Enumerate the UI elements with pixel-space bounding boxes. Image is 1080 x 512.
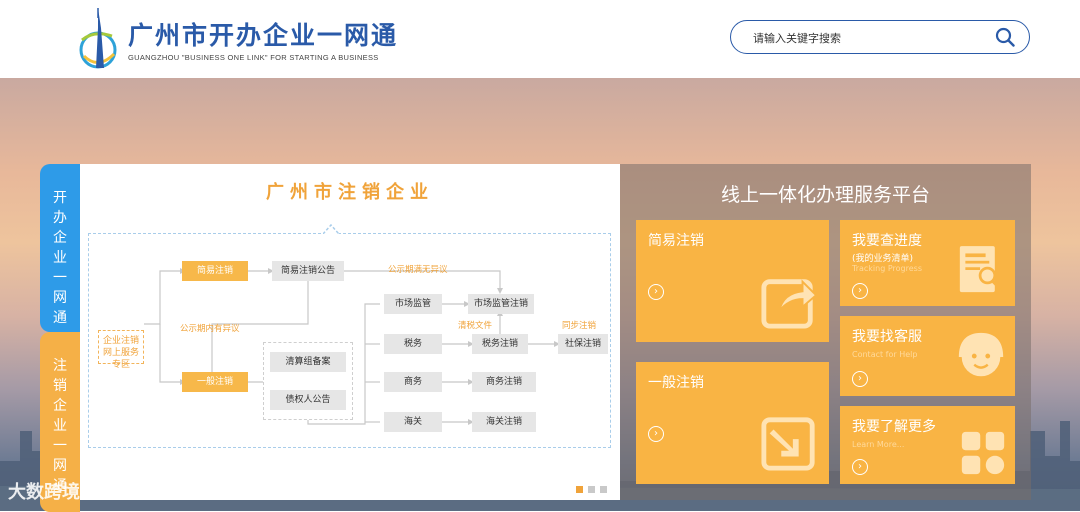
flow-box-simple: 简易注销 <box>182 261 248 281</box>
flow-box-general: 一般注销 <box>182 372 248 392</box>
tile-progress-arrow-icon: › <box>852 283 868 299</box>
logo-title: 广州市开办企业一网通 <box>128 21 399 50</box>
tile-progress-label: 我要查进度 <box>852 233 922 249</box>
tile-progress-sub: (我的业务清单) <box>852 254 914 264</box>
tab-open-business[interactable]: 开办企业一网通 <box>40 164 80 332</box>
flow-box-tax: 税务 <box>384 334 442 354</box>
flow-box-tax-cancel: 税务注销 <box>472 334 528 354</box>
tab-close-business-label: 注销企业一网通 <box>53 358 67 494</box>
tile-more-label: 我要了解更多 <box>852 419 936 435</box>
flow-connectors <box>144 268 560 425</box>
tile-check-progress[interactable]: 我要查进度 (我的业务清单) Tracking Progress › <box>840 220 1015 306</box>
flow-box-market-cancel: 市场监管注销 <box>468 294 534 314</box>
flow-box-commerce: 商务 <box>384 372 442 392</box>
flow-label-clearance: 清税文件 <box>458 321 493 331</box>
tile-more-arrow-icon: › <box>852 459 868 475</box>
service-platform-panel: 线上一体化办理服务平台 简易注销 › 一般注销 › 我要查进度 (我的业务清单)… <box>620 164 1031 500</box>
flow-box-liquidation: 清算组备案 <box>270 352 346 372</box>
flow-box-commerce-cancel: 商务注销 <box>472 372 536 392</box>
flow-box-simple-notice: 简易注销公告 <box>272 261 344 281</box>
tile-simple-deregistration[interactable]: 简易注销 › <box>636 220 829 342</box>
carousel-dot-3[interactable] <box>600 486 607 493</box>
flow-box-market: 市场监管 <box>384 294 442 314</box>
tile-learn-more[interactable]: 我要了解更多 Learn More... › <box>840 406 1015 484</box>
service-platform-title: 线上一体化办理服务平台 <box>720 184 930 206</box>
search-input[interactable] <box>751 27 985 49</box>
tile-general-arrow-icon: › <box>648 426 664 442</box>
tile-support-en: Contact for Help <box>852 350 918 359</box>
download-arrow-icon <box>761 417 815 471</box>
tile-simple-label: 简易注销 <box>648 233 704 249</box>
flow-box-social-cancel: 社保注销 <box>558 334 608 354</box>
logo-subtitle: GUANGZHOU "BUSINESS ONE LINK" FOR STARTI… <box>128 53 379 62</box>
tile-simple-arrow-icon: › <box>648 284 664 300</box>
share-arrow-icon <box>761 279 818 329</box>
carousel-dot-1[interactable] <box>576 486 583 493</box>
document-search-icon <box>959 246 1002 293</box>
tile-progress-en: Tracking Progress <box>852 264 922 273</box>
search-box <box>730 20 1030 54</box>
flow-box-start: 企业注销网上服务专区 <box>98 330 144 370</box>
flow-label-objection: 公示期内有异议 <box>180 324 240 334</box>
header: 广州市开办企业一网通 GUANGZHOU "BUSINESS ONE LINK"… <box>0 0 1080 78</box>
grid-tiles-icon <box>961 431 1005 475</box>
tile-support-arrow-icon: › <box>852 371 868 387</box>
search-icon[interactable] <box>995 27 1015 47</box>
deregistration-flow-panel: 广州市注销企业 企业注销网上服务专区 简易注销 简易注销公告 一般注销 清算组备… <box>80 164 620 500</box>
tile-support-label: 我要找客服 <box>852 329 922 345</box>
watermark: 大数跨境 <box>8 482 80 503</box>
flow-label-no-objection: 公示期满无异议 <box>388 265 448 275</box>
carousel-indicators <box>576 478 612 497</box>
tile-more-en: Learn More... <box>852 440 905 449</box>
carousel-dot-2[interactable] <box>588 486 595 493</box>
tab-open-business-label: 开办企业一网通 <box>53 190 67 326</box>
flow-box-customs: 海关 <box>384 412 442 432</box>
flow-label-sync: 同步注销 <box>562 321 597 331</box>
tile-general-deregistration[interactable]: 一般注销 › <box>636 362 829 484</box>
tile-general-label: 一般注销 <box>648 375 704 391</box>
customer-service-icon <box>958 332 1004 377</box>
flow-box-customs-cancel: 海关注销 <box>472 412 536 432</box>
flow-box-creditor: 债权人公告 <box>270 390 346 410</box>
canton-tower-logo[interactable] <box>78 6 124 70</box>
tile-customer-service[interactable]: 我要找客服 Contact for Help › <box>840 316 1015 396</box>
